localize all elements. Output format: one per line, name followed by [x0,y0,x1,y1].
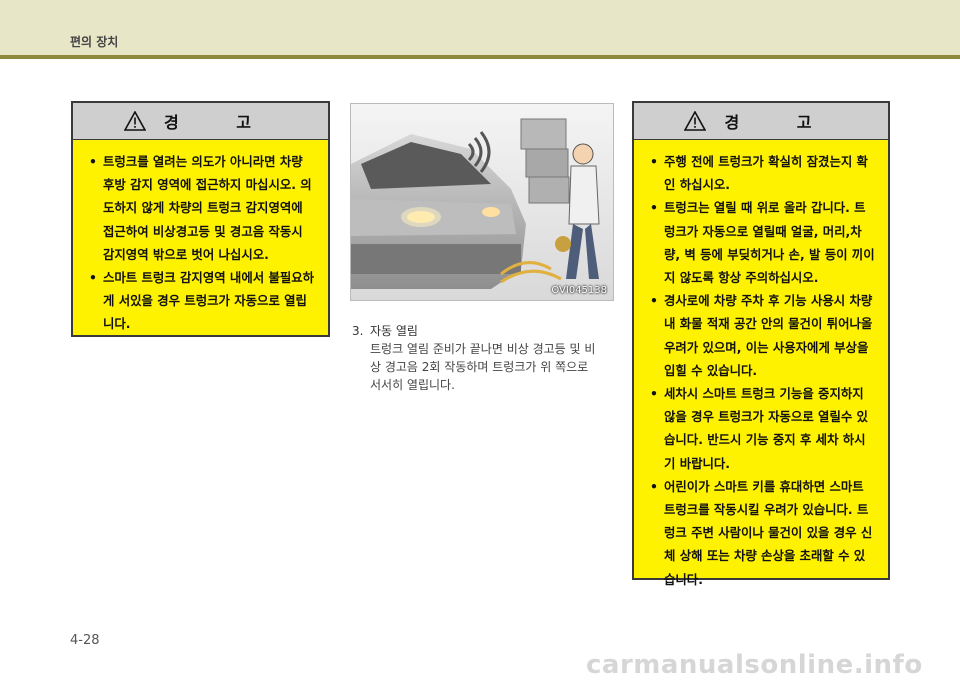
step-3: 3. 자동 열림 트렁크 열림 준비가 끝나면 비상 경고등 및 비상 경고음 … [352,322,602,394]
warning-item: 어린이가 스마트 키를 휴대하면 스마트 트렁크를 작동시킬 우려가 있습니다.… [648,475,876,591]
warning-box-left: 경 고 트렁크를 열려는 의도가 아니라면 차량 후방 감지 영역에 접근하지 … [71,101,330,337]
warning-title: 경 고 [163,113,277,132]
step-body: 트렁크 열림 준비가 끝나면 비상 경고등 및 비상 경고음 2회 작동하며 트… [370,342,596,392]
warning-box-right: 경 고 주행 전에 트렁크가 확실히 잠겼는지 확인 하십시오. 트렁크는 열릴… [632,101,890,587]
warning-title: 경 고 [724,113,838,132]
page-number: 4-28 [70,633,100,648]
header-rule [0,55,960,59]
warning-list: 주행 전에 트렁크가 확실히 잠겼는지 확인 하십시오. 트렁크는 열릴 때 위… [634,140,888,591]
warning-item: 트렁크를 열려는 의도가 아니라면 차량 후방 감지 영역에 접근하지 마십시오… [87,150,316,266]
warning-item: 경사로에 차량 주차 후 기능 사용시 차량 내 화물 적재 공간 안의 물건이… [648,289,876,382]
watermark: carmanualsonline.info [586,650,923,680]
warning-item: 스마트 트렁크 감지영역 내에서 불필요하게 서있을 경우 트렁크가 자동으로 … [87,266,316,336]
warning-item: 트렁크는 열릴 때 위로 올라 갑니다. 트렁크가 자동으로 열릴때 얼굴, 머… [648,196,876,289]
warning-header: 경 고 [634,103,888,140]
step-heading: 자동 열림 [370,324,418,338]
warning-item: 주행 전에 트렁크가 확실히 잠겼는지 확인 하십시오. [648,150,876,196]
figure-image: OVI045138 [350,103,614,301]
trunk-illustration [351,104,613,300]
header-band [0,0,960,55]
warning-triangle-icon [123,111,146,131]
warning-triangle-icon [684,111,707,131]
figure-code: OVI045138 [551,285,607,296]
section-title: 편의 장치 [70,35,119,49]
warning-list: 트렁크를 열려는 의도가 아니라면 차량 후방 감지 영역에 접근하지 마십시오… [73,140,328,336]
step-number: 3. [352,324,364,338]
warning-item: 세차시 스마트 트렁크 기능을 중지하지 않을 경우 트렁크가 자동으로 열릴수… [648,382,876,475]
warning-header: 경 고 [73,103,328,140]
